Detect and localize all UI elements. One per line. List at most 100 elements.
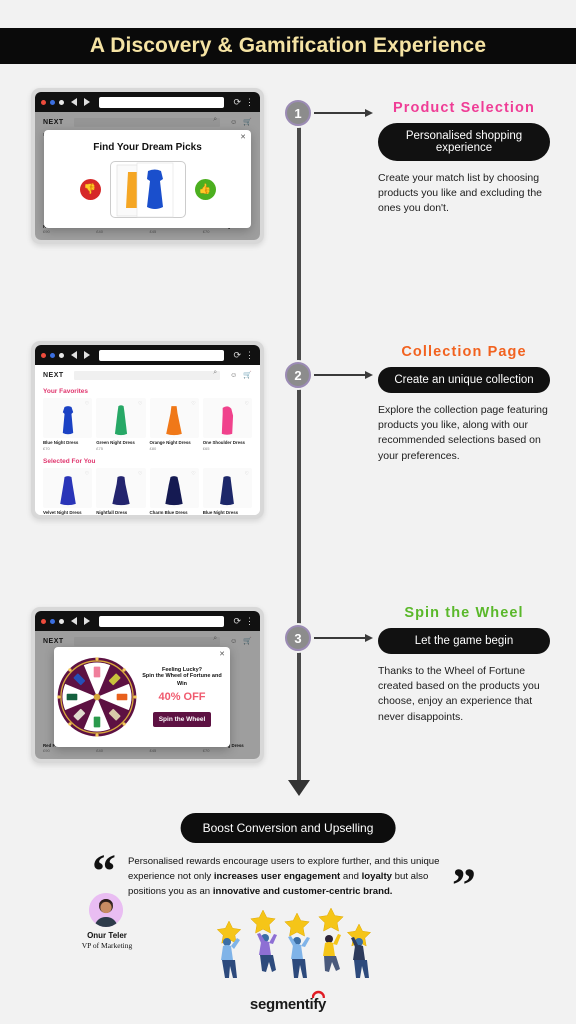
timeline-arrow-icon: [288, 780, 310, 796]
step-connector-1: [314, 109, 373, 116]
window-close-dot[interactable]: [41, 618, 46, 624]
forward-icon[interactable]: [84, 617, 90, 625]
back-icon[interactable]: [71, 98, 77, 106]
window-max-dot[interactable]: [59, 352, 64, 358]
thumbs-down-icon[interactable]: 👎: [79, 179, 101, 200]
thumbs-up-icon[interactable]: 👍: [194, 179, 216, 200]
product-image: ♡: [96, 398, 146, 438]
modal-title: Find Your Dream Picks: [93, 142, 202, 153]
forward-icon[interactable]: [84, 98, 90, 106]
browser-chrome-3: ⟳ ⋮: [35, 611, 260, 631]
reload-icon[interactable]: ⟳: [233, 616, 241, 626]
product-card[interactable]: ♡ Blue Night Dress £70: [43, 398, 93, 451]
product-price: £75: [96, 445, 103, 451]
product-card[interactable]: ♡ Green Night Dress £75: [96, 398, 146, 451]
product-card[interactable]: ♡ Velvet Night Dress £95: [43, 467, 93, 516]
page-title: A Discovery & Gamification Experience: [89, 34, 487, 57]
step-number-3: 3: [294, 630, 302, 646]
step-pill-1[interactable]: Personalised shopping experience: [378, 123, 550, 161]
person-4: [323, 934, 341, 972]
step-body-3: Thanks to the Wheel of Fortune created b…: [378, 665, 540, 723]
step-pill-3[interactable]: Let the game begin: [378, 628, 550, 654]
window-close-dot[interactable]: [41, 352, 46, 358]
infographic-page: A Discovery & Gamification Experience 1 …: [0, 0, 576, 1024]
wishlist-heart-icon[interactable]: ♡: [85, 471, 89, 477]
address-bar[interactable]: [99, 615, 225, 627]
store-logo[interactable]: NEXT: [43, 372, 64, 379]
product-card[interactable]: ♡ Charm Blue Dress £80: [149, 467, 199, 516]
cart-icon[interactable]: 🛒: [243, 371, 252, 379]
person-photo-icon: [89, 893, 123, 927]
dress-icon: [166, 406, 182, 436]
wishlist-heart-icon[interactable]: ♡: [191, 401, 195, 407]
wishlist-heart-icon[interactable]: ♡: [85, 401, 89, 407]
author-role: VP of Marketing: [81, 941, 133, 950]
browser-chrome-1: ⟳ ⋮: [35, 92, 260, 112]
selected-grid: ♡ Velvet Night Dress £95 ♡: [35, 466, 260, 516]
account-icon[interactable]: ☺: [230, 372, 237, 379]
step-connector-2: [314, 371, 373, 378]
fortune-wheel-icon[interactable]: [54, 656, 140, 738]
step-marker-1: 1: [285, 100, 311, 126]
window-close-dot[interactable]: [41, 99, 46, 105]
wishlist-heart-icon[interactable]: ♡: [245, 471, 249, 477]
close-icon[interactable]: ✕: [219, 650, 225, 658]
reload-icon[interactable]: ⟳: [233, 97, 241, 107]
product-card[interactable]: ♡ One Shoulder Dress £65: [202, 398, 252, 451]
dress-icon: [222, 406, 234, 435]
window-min-dot[interactable]: [50, 99, 55, 105]
address-bar[interactable]: [99, 96, 225, 108]
dress-icon: [112, 475, 130, 505]
segmentify-logo[interactable]: segmentify: [250, 990, 326, 1013]
dress-icon: [220, 475, 235, 505]
product-image: ♡: [149, 467, 199, 508]
forward-icon[interactable]: [84, 351, 90, 359]
step-pill-2[interactable]: Create an unique collection: [378, 367, 550, 393]
browser-chrome-2: ⟳ ⋮: [35, 345, 260, 365]
quote-part2: and: [340, 870, 362, 882]
window-max-dot[interactable]: [59, 99, 64, 105]
dress-cards-icon: [116, 162, 173, 218]
dress-icon: [62, 406, 73, 435]
step-marker-2: 2: [285, 362, 311, 388]
wishlist-heart-icon[interactable]: ♡: [191, 471, 195, 477]
product-card[interactable]: ♡ Orange Night Dress £80: [149, 398, 199, 451]
back-icon[interactable]: [71, 351, 77, 359]
step-block-1: Product Selection Personalised shopping …: [378, 100, 550, 217]
reload-icon[interactable]: ⟳: [233, 350, 241, 360]
step-marker-3: 3: [285, 625, 311, 651]
brand-arc-icon: [312, 990, 326, 998]
back-icon[interactable]: [71, 617, 77, 625]
quote-bold3: innovative and customer-centric brand.: [212, 885, 393, 897]
menu-icon[interactable]: ⋮: [245, 616, 254, 626]
step-heading-3: Spin the Wheel: [404, 605, 524, 621]
menu-icon[interactable]: ⋮: [245, 350, 254, 360]
wishlist-heart-icon[interactable]: ♡: [138, 401, 142, 407]
close-icon[interactable]: ✕: [240, 133, 246, 141]
menu-icon[interactable]: ⋮: [245, 97, 254, 107]
bottom-cta-pill[interactable]: Boost Conversion and Upselling: [180, 813, 396, 843]
wishlist-heart-icon[interactable]: ♡: [138, 471, 142, 477]
step-block-3: Spin the Wheel Let the game begin Thanks…: [378, 605, 550, 725]
person-1: [221, 938, 240, 978]
swipe-card-stack[interactable]: [109, 161, 186, 218]
wheel-modal: ✕ Feeling Lucky? Spin the Wheel of Fortu…: [54, 647, 230, 747]
person-2: [257, 933, 277, 972]
browser-mockup-1: ⟳ ⋮ NEXT ☺ 🛒 Fashion > Women Fashion > D…: [31, 88, 264, 244]
spin-the-wheel-button[interactable]: Spin the Wheel: [152, 711, 212, 727]
dress-icon: [165, 475, 183, 505]
author-name: Onur Teler: [87, 931, 127, 940]
window-min-dot[interactable]: [50, 352, 55, 358]
product-price: £80: [149, 445, 157, 451]
dress-icon: [59, 475, 76, 505]
address-bar[interactable]: [99, 349, 225, 361]
window-max-dot[interactable]: [59, 618, 64, 624]
testimonial-quote: Personalised rewards encourage users to …: [128, 855, 448, 900]
product-card[interactable]: ♡ Nightfall Dress £50: [96, 467, 146, 516]
product-card[interactable]: ♡ Blue Night Dress £85: [202, 467, 252, 516]
store-search-input[interactable]: [73, 369, 221, 380]
browser-mockup-2: ⟳ ⋮ NEXT ☺ 🛒 Your Favorites ♡: [31, 341, 264, 519]
wishlist-heart-icon[interactable]: ♡: [245, 401, 249, 407]
window-min-dot[interactable]: [50, 618, 55, 624]
product-price: £70: [43, 445, 50, 451]
